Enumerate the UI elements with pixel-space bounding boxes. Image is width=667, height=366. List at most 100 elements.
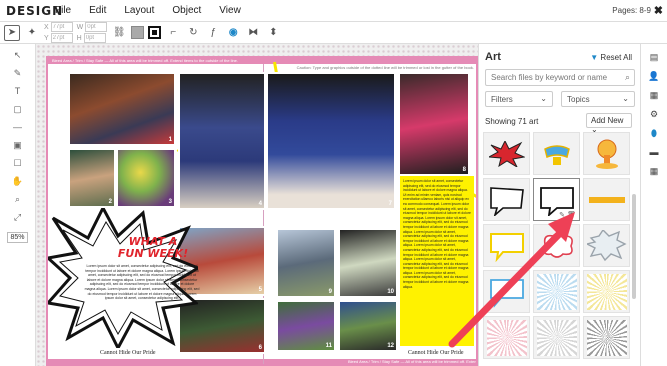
grid-icon[interactable]: ▦	[648, 165, 660, 177]
comic-body-text[interactable]: Lorem ipsum dolor sit amet, consectetur …	[84, 264, 200, 301]
background-icon[interactable]: ▬	[648, 146, 660, 158]
comic-title[interactable]: WHAT A FUN WEEK!	[110, 236, 196, 260]
right-rail: ▤ 👤 ▦ ⚙ ⬮ ▬ ▦	[640, 44, 667, 366]
text-fx-icon[interactable]: ƒ	[205, 25, 221, 41]
delete-icon[interactable]: 🗑	[567, 211, 576, 219]
photo-1[interactable]: 1	[68, 72, 176, 146]
menu-file[interactable]: File	[46, 5, 80, 16]
body-text-block[interactable]: Lorem ipsum dolor sit amet, consectetur …	[400, 176, 474, 346]
gray-rays-icon	[536, 319, 577, 356]
app-logo: DESIGN	[6, 3, 64, 18]
page-indicator: Pages: 8-9	[612, 6, 651, 15]
trim-caption: Caution: Type and graphics outside of th…	[296, 65, 474, 70]
reset-all-button[interactable]: ▼ Reset All	[590, 53, 632, 62]
h-input[interactable]	[83, 33, 106, 43]
image-frame-icon[interactable]: ▣	[11, 138, 25, 152]
art-item-gray-rays[interactable]	[533, 316, 580, 359]
yellow-bar-icon	[588, 196, 625, 203]
fill-swatch[interactable]	[131, 26, 145, 39]
comment-icon[interactable]: ☐	[11, 156, 25, 170]
w-input[interactable]	[85, 22, 108, 32]
photo-8[interactable]: 8	[398, 72, 470, 176]
select-tool-icon[interactable]: ➤	[4, 24, 20, 41]
dark-rays-icon	[586, 319, 627, 356]
pen-icon[interactable]: ✎	[11, 66, 25, 80]
photo-10[interactable]: 10	[338, 228, 398, 298]
pink-rays-icon	[486, 319, 527, 356]
red-cloud-icon	[542, 231, 573, 258]
signature-right: Cannot Hide Our Pride	[408, 350, 464, 356]
signature-left: Cannot Hide Our Pride	[100, 350, 156, 356]
art-item-blue-bubble[interactable]	[483, 270, 530, 313]
bleed-warning-bottom: Bleed Area / Trim / Stay Safe — All of t…	[48, 359, 476, 364]
art-item-yellow-bubble[interactable]	[483, 224, 530, 267]
photo-4[interactable]: 4	[178, 72, 266, 210]
art-search-input[interactable]: Search files by keyword or name ⌕	[485, 69, 635, 86]
art-icon[interactable]: ⬮	[648, 127, 660, 139]
close-icon[interactable]: ✖	[654, 4, 663, 17]
x-input[interactable]	[50, 22, 73, 32]
stroke-swatch[interactable]	[148, 26, 162, 39]
filters-dropdown[interactable]: Filters ⌄	[485, 91, 553, 107]
photo-2[interactable]: 2	[68, 148, 116, 208]
text-icon[interactable]: T	[11, 84, 25, 98]
art-item-speech-bubble-1[interactable]	[483, 178, 530, 221]
photo-3[interactable]: 3	[116, 148, 176, 208]
color-picker-icon[interactable]: ◉	[225, 25, 241, 41]
yellow-bubble-icon	[489, 232, 524, 262]
photo-7[interactable]: 7	[266, 72, 396, 210]
speech-bubble-icon	[489, 186, 524, 216]
corner-icon[interactable]: ⌐	[165, 25, 181, 41]
art-item-speech-bubble-selected[interactable]: ✎ 🗑	[533, 178, 580, 221]
blue-rays-icon	[536, 273, 577, 310]
art-item-explosion[interactable]	[583, 132, 630, 175]
flip-icon[interactable]: ⧓	[245, 25, 261, 41]
art-item-blue-rays[interactable]	[533, 270, 580, 313]
menu-object[interactable]: Object	[163, 5, 210, 16]
rectangle-icon[interactable]: ▢	[11, 102, 25, 116]
art-item-red-burst[interactable]	[483, 132, 530, 175]
photo-12[interactable]: 12	[338, 300, 398, 352]
art-item-pink-rays[interactable]	[483, 316, 530, 359]
menu-edit[interactable]: Edit	[80, 5, 115, 16]
fit-icon[interactable]: ⤢	[11, 210, 25, 224]
line-icon[interactable]: —	[11, 120, 25, 134]
art-item-blue-banner[interactable]	[533, 132, 580, 175]
align-icon[interactable]: ⬍	[265, 25, 281, 41]
art-item-gray-burst[interactable]	[583, 224, 630, 267]
templates-icon[interactable]: ▤	[648, 51, 660, 63]
direct-select-icon[interactable]: ✦	[24, 25, 40, 41]
chevron-down-icon: ⌄	[540, 94, 547, 103]
zoom-icon[interactable]: ⌕	[11, 192, 25, 206]
menu-layout[interactable]: Layout	[115, 5, 163, 16]
share-icon[interactable]: ⚙	[648, 108, 660, 120]
topics-dropdown[interactable]: Topics ⌄	[561, 91, 635, 107]
photo-9[interactable]: 9	[276, 228, 336, 298]
rotate-icon[interactable]: ↻	[185, 25, 201, 41]
link-icon[interactable]: ⛓	[111, 25, 127, 41]
layout-icon[interactable]: ▦	[648, 89, 660, 101]
user-icon[interactable]: 👤	[648, 70, 660, 82]
canvas[interactable]: Bleed Area / Trim / Stay Safe — All of t…	[36, 44, 478, 366]
search-icon: ⌕	[624, 72, 630, 82]
edit-icon[interactable]: ✎	[559, 211, 565, 219]
blue-banner-icon	[543, 144, 570, 165]
w-field: W	[77, 22, 108, 32]
hand-icon[interactable]: ✋	[11, 174, 25, 188]
menu-view[interactable]: View	[210, 5, 250, 16]
art-item-dark-rays[interactable]	[583, 316, 630, 359]
yearbook-spread[interactable]: Bleed Area / Trim / Stay Safe — All of t…	[46, 56, 478, 366]
yellow-rays-icon	[586, 273, 627, 310]
explosion-icon	[595, 139, 618, 169]
art-item-yellow-bar[interactable]	[583, 178, 630, 221]
art-item-red-cloud[interactable]	[533, 224, 580, 267]
art-item-yellow-rays[interactable]	[583, 270, 630, 313]
y-input[interactable]	[50, 33, 73, 43]
pointer-icon[interactable]: ↖	[11, 48, 25, 62]
bleed-warning-top: Bleed Area / Trim / Stay Safe — All of t…	[48, 58, 476, 64]
photo-11[interactable]: 11	[276, 300, 336, 352]
chevron-down-icon: ⌄	[622, 94, 629, 103]
add-new-button[interactable]: Add New ⌄	[586, 113, 632, 134]
panel-scrollbar[interactable]	[632, 194, 636, 299]
zoom-level[interactable]: 85%	[7, 232, 28, 243]
